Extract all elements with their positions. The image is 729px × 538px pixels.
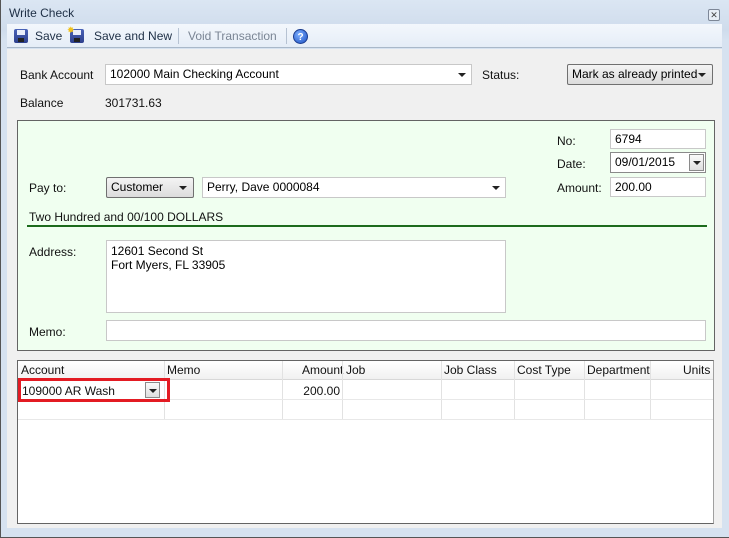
- save-icon: [14, 29, 28, 43]
- bank-account-value: 102000 Main Checking Account: [110, 67, 279, 81]
- date-dropdown-button[interactable]: [689, 154, 704, 171]
- help-button[interactable]: ?: [293, 28, 308, 44]
- pay-to-type-select[interactable]: Customer: [106, 177, 194, 198]
- column-header-department[interactable]: Department: [587, 363, 650, 377]
- check-divider: [27, 225, 707, 227]
- column-header-units[interactable]: Units: [683, 363, 710, 377]
- chevron-down-icon: [458, 73, 466, 77]
- payee-value: Perry, Dave 0000084: [207, 180, 320, 194]
- column-divider: [441, 361, 442, 420]
- date-value: 09/01/2015: [615, 155, 676, 169]
- date-label: Date:: [557, 157, 586, 171]
- column-divider: [514, 361, 515, 420]
- write-check-window: Write Check ✕ Save ✸ Save and New Void T…: [0, 0, 729, 538]
- form-content: Bank Account 102000 Main Checking Accoun…: [7, 49, 722, 528]
- amount-value: 200.00: [615, 180, 652, 194]
- column-header-account[interactable]: Account: [21, 363, 64, 377]
- amount-input[interactable]: 200.00: [610, 177, 706, 197]
- status-value: Mark as already printed: [572, 67, 698, 81]
- column-header-memo[interactable]: Memo: [167, 363, 200, 377]
- save-label: Save: [35, 29, 63, 43]
- distribution-grid: Account Memo Amount Job Job Class Cost T…: [17, 360, 714, 524]
- check-panel: No: 6794 Date: 09/01/2015 Amount: 200.00…: [17, 120, 715, 351]
- chevron-down-icon: [492, 186, 500, 190]
- amount-cell[interactable]: 200.00: [303, 384, 340, 398]
- account-cell-highlight: [18, 378, 170, 402]
- close-icon[interactable]: ✕: [708, 9, 720, 21]
- memo-input[interactable]: [106, 320, 706, 341]
- address-textarea[interactable]: 12601 Second St Fort Myers, FL 33905: [106, 240, 506, 313]
- save-and-new-button[interactable]: ✸ Save and New: [67, 26, 173, 44]
- status-select[interactable]: Mark as already printed: [567, 64, 713, 85]
- save-new-icon: ✸: [67, 26, 84, 43]
- column-header-cost-type[interactable]: Cost Type: [517, 363, 571, 377]
- void-transaction-button[interactable]: Void Transaction: [188, 28, 277, 44]
- save-and-new-label: Save and New: [94, 29, 173, 43]
- toolbar-separator: [286, 28, 287, 44]
- address-line-1: 12601 Second St: [111, 244, 204, 258]
- column-header-job[interactable]: Job: [346, 363, 365, 377]
- bank-account-label: Bank Account: [20, 68, 94, 82]
- date-picker[interactable]: 09/01/2015: [610, 152, 706, 173]
- column-divider: [584, 361, 585, 420]
- amount-label: Amount:: [557, 181, 602, 195]
- toolbar-separator: [178, 28, 179, 44]
- help-icon: ?: [293, 28, 308, 44]
- balance-label: Balance: [20, 96, 64, 110]
- memo-label: Memo:: [29, 325, 66, 339]
- chevron-down-icon: [698, 73, 706, 77]
- pay-to-type-value: Customer: [111, 180, 164, 194]
- row-divider: [18, 419, 713, 420]
- address-label: Address:: [29, 245, 77, 259]
- payee-select[interactable]: Perry, Dave 0000084: [202, 177, 506, 198]
- column-divider: [342, 361, 343, 420]
- check-no-value: 6794: [615, 132, 642, 146]
- chevron-down-icon: [693, 161, 701, 165]
- column-header-job-class[interactable]: Job Class: [444, 363, 497, 377]
- column-divider: [282, 361, 283, 420]
- void-transaction-label: Void Transaction: [188, 29, 277, 43]
- check-no-input[interactable]: 6794: [610, 129, 706, 149]
- check-no-label: No:: [557, 134, 576, 148]
- pay-to-label: Pay to:: [29, 181, 67, 195]
- amount-in-words: Two Hundred and 00/100 DOLLARS: [29, 210, 224, 224]
- save-button[interactable]: Save: [14, 28, 62, 44]
- bank-account-select[interactable]: 102000 Main Checking Account: [105, 64, 472, 85]
- window-title: Write Check: [9, 6, 75, 20]
- balance-value: 301731.63: [105, 96, 162, 110]
- chevron-down-icon: [179, 186, 187, 190]
- toolbar: Save ✸ Save and New Void Transaction ?: [7, 24, 722, 48]
- column-divider: [650, 361, 651, 420]
- address-line-2: Fort Myers, FL 33905: [111, 258, 226, 272]
- column-header-amount[interactable]: Amount: [302, 363, 343, 377]
- status-label: Status:: [482, 68, 520, 82]
